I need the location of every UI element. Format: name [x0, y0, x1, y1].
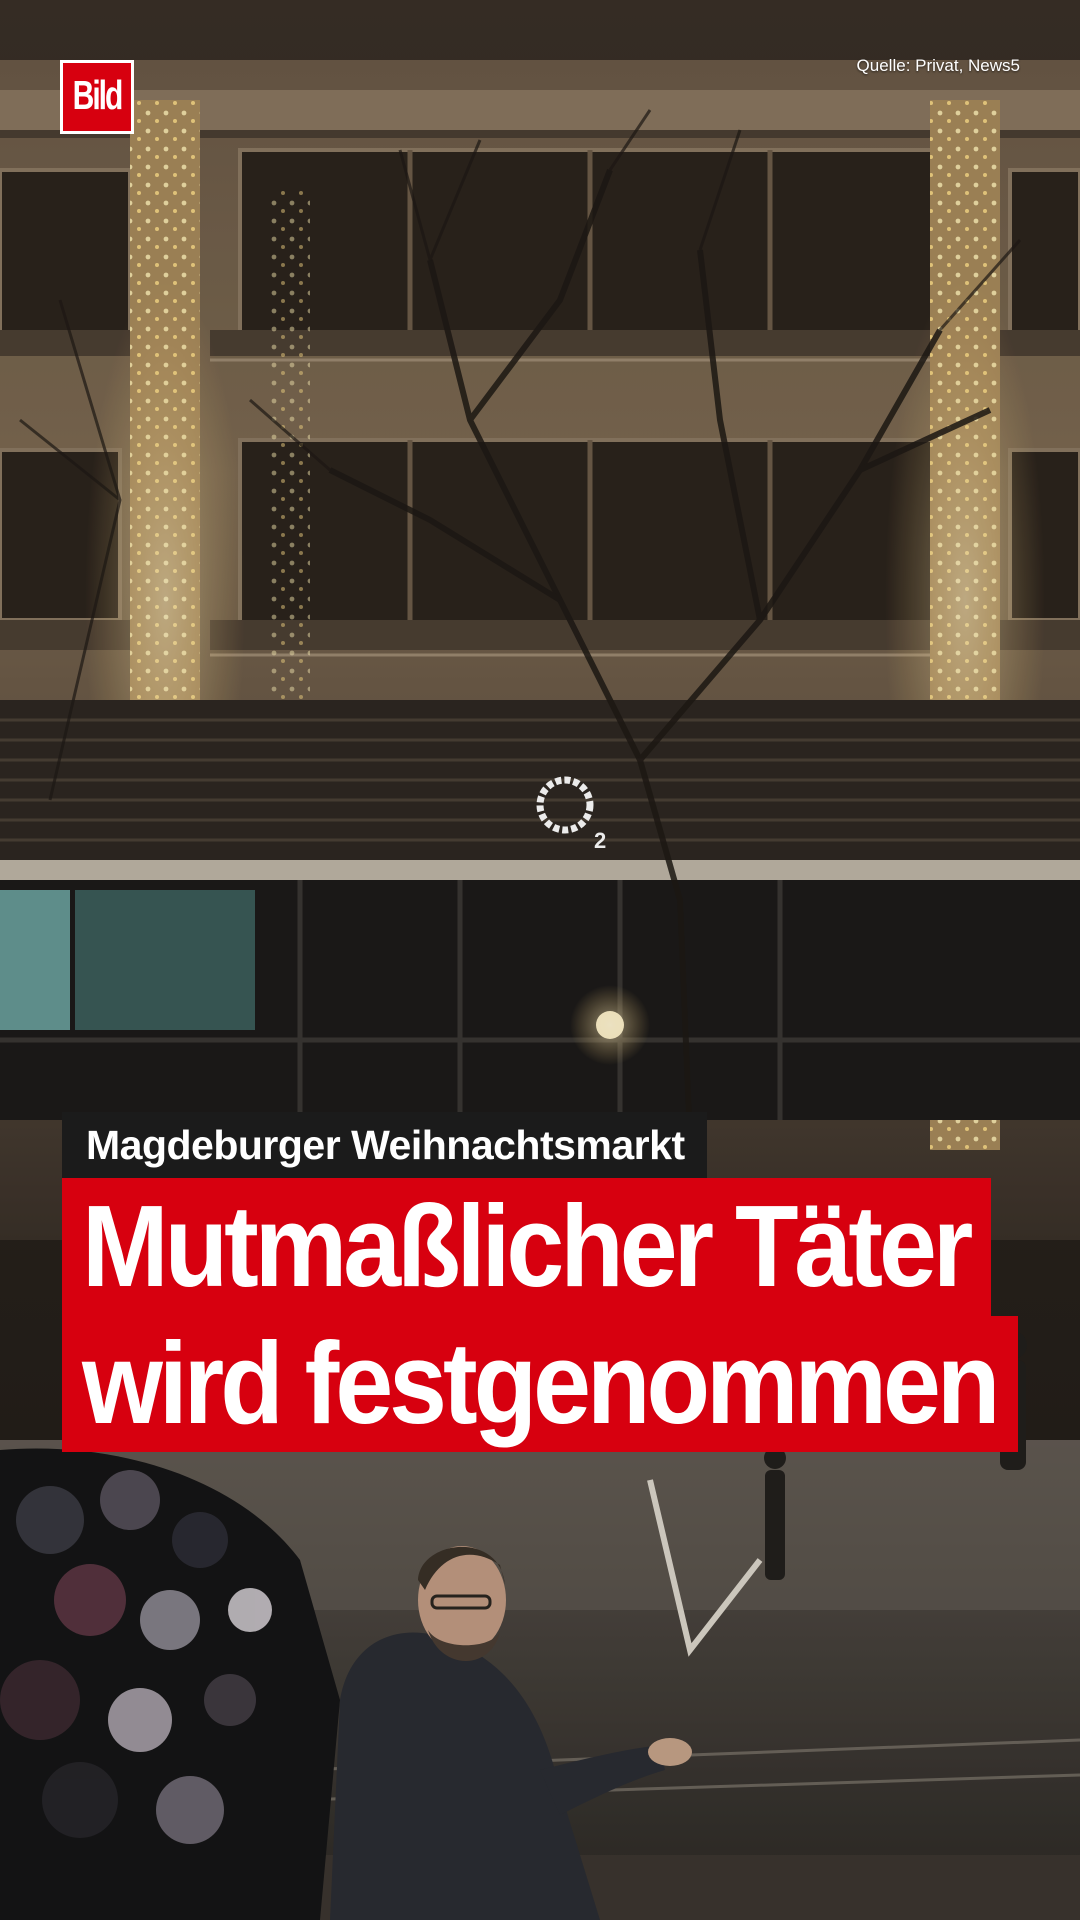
bild-logo: Bild: [60, 60, 134, 134]
headline-line-2: wird festgenommen: [62, 1316, 1019, 1452]
source-credit: Quelle: Privat, News5: [856, 56, 1020, 75]
kicker-label: Magdeburger Weihnachtsmarkt: [62, 1112, 707, 1178]
bild-logo-text: Bild: [72, 74, 124, 119]
headline-line-1-text: Mutmaßlicher Täter: [82, 1181, 973, 1312]
background-photo: 2: [0, 0, 1080, 1920]
story-frame: 2 Bild Quelle: Privat, News5 Magdeburger…: [0, 0, 1080, 1920]
headline-line-1: Mutmaßlicher Täter: [62, 1178, 992, 1316]
headline-line-2-text: wird festgenommen: [82, 1318, 1000, 1449]
